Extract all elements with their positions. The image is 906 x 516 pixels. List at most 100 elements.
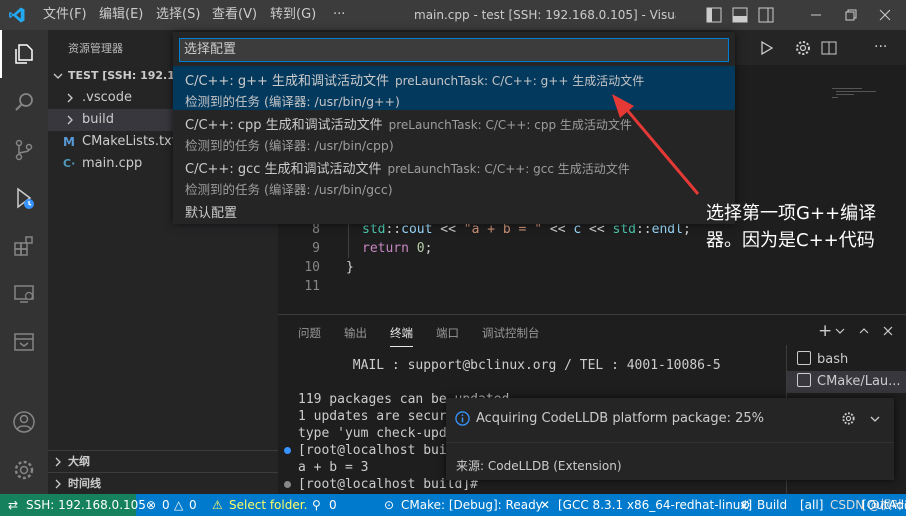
option-title: C/C++: gcc 生成和调试活动文件 [185,162,382,177]
terminal-item-bash[interactable]: bash [787,349,906,371]
cpp-file-icon: C· [63,157,76,170]
source-control-icon[interactable] [0,126,48,174]
terminal-line: a + b = 3 [298,460,369,475]
terminal-icon [797,351,811,365]
terminal-line: type 'yum check-updat [298,426,463,441]
warning-count: 0 [189,498,197,512]
menu-view[interactable]: 查看(V) [212,0,257,30]
terminal-item-cmake[interactable]: CMake/Lau... [787,371,906,393]
ports-count: 0 [329,498,337,512]
explorer-icon[interactable] [0,30,48,78]
menu-selection[interactable]: 选择(S) [156,0,200,30]
ports-icon[interactable]: ⚲ [312,494,321,516]
tree-item-label: build [82,112,114,127]
extensions-icon[interactable] [0,222,48,270]
menu-file[interactable]: 文件(F) [43,0,87,30]
build-button[interactable]: Build [757,494,787,516]
annotation-line-2: 器。因为是C++代码 [706,230,875,251]
progress-notification: Acquiring CodeLLDB platform package: 25%… [446,398,894,480]
remote-indicator[interactable]: ⇄ SSH: 192.168.0.105 [0,494,146,516]
launch-target[interactable]: [OutAdd [862,494,906,516]
menu-go[interactable]: 转到(G) [270,0,316,30]
error-count: 0 [162,498,170,512]
tab-output[interactable]: 输出 [344,325,367,341]
terminal-item-label: CMake/Lau... [817,374,901,389]
cmake-file-icon: M [63,135,75,149]
explorer-header: 资源管理器 [68,42,123,55]
chevron-right-icon [67,93,73,103]
cmake-icon: ⊙ [384,498,395,512]
line-number: 10 [304,260,320,275]
minimap [832,88,876,98]
run-debug-icon[interactable] [0,174,48,222]
cmake-status[interactable]: CMake: [Debug]: Ready [401,494,543,516]
gear-icon[interactable] [794,39,812,57]
tab-debug-console[interactable]: 调试控制台 [482,325,540,341]
close-panel-icon[interactable] [882,325,894,337]
terminal-line: MAIL : support@bclinux.org / TEL : 4001-… [298,358,721,373]
new-terminal-icon[interactable]: + [818,321,832,341]
notification-source: 来源: CodeLLDB (Extension) [456,459,622,473]
gear-icon[interactable] [841,411,856,426]
tab-ports[interactable]: 端口 [436,325,459,341]
toggle-panel-icon[interactable] [705,6,723,24]
chevron-down-icon[interactable] [834,325,846,337]
menu-more[interactable]: ··· [333,0,345,30]
option-detail: 检测到的任务 (编译器: /usr/bin/gcc) [185,182,393,197]
more-actions-icon[interactable]: ··· [874,39,887,55]
terminal-icon [797,373,811,387]
outline-section[interactable]: 大纲 [48,450,278,472]
chevron-right-icon [55,457,61,467]
search-icon[interactable] [0,78,48,126]
secondary-sidebar-icon[interactable] [757,6,775,24]
select-config-input[interactable]: 选择配置 [179,38,729,62]
select-folder-button[interactable]: Select folder. [229,494,307,516]
terminal-item-label: bash [817,352,849,367]
remote-label: SSH: 192.168.0.105 [26,498,146,512]
notification-message: Acquiring CodeLLDB platform package: 25% [476,411,764,426]
chevron-right-icon [55,479,61,489]
chevron-down-icon[interactable] [868,412,882,426]
accounts-icon[interactable] [0,398,48,446]
terminal-view-icon[interactable] [0,318,48,366]
line-number: 9 [312,241,320,256]
close-icon[interactable] [876,6,894,24]
maximize-panel-icon[interactable] [858,325,870,337]
restore-icon[interactable] [842,6,860,24]
tree-item-label: CMakeLists.txt [82,134,177,149]
cmake-kit[interactable]: [GCC 8.3.1 x86_64-redhat-linux] [558,494,752,516]
indent-guide [348,220,349,258]
activity-bar [0,30,48,494]
notification-divider [446,442,894,443]
run-debug-dropdown-icon[interactable] [758,39,776,57]
tree-item-label: .vscode [82,90,132,105]
terminal-line: [root@localhost build [298,443,463,458]
remote-icon: ⇄ [8,498,19,512]
chevron-down-icon [53,73,63,79]
timeline-section[interactable]: 时间线 [48,472,278,494]
layout-icon[interactable] [731,6,749,24]
annotation-text: 选择第一项G++编译 器。因为是C++代码 [706,200,896,254]
option-description: preLaunchTask: C/C++: g++ 生成活动文件 [395,74,645,88]
remote-explorer-icon[interactable] [0,270,48,318]
menu-edit[interactable]: 编辑(E) [99,0,143,30]
tab-problems[interactable]: 问题 [298,325,321,341]
option-detail: 检测到的任务 (编译器: /usr/bin/g++) [185,94,400,109]
command-decoration-icon [284,447,291,454]
settings-gear-icon[interactable] [0,446,48,494]
split-editor-icon[interactable] [820,39,838,57]
code-line-9[interactable]: return 0; [362,239,432,258]
default-config-option[interactable]: 默认配置 [185,202,237,221]
chevron-right-icon [67,115,73,125]
option-description: preLaunchTask: C/C++: gcc 生成活动文件 [387,162,630,176]
build-gear-icon: ⚙ [740,498,751,512]
tree-item-label: main.cpp [82,156,143,171]
error-icon[interactable]: ⊗ [146,494,156,516]
build-target[interactable]: [all] [800,494,823,516]
terminal-line: 1 updates are securit [298,409,463,424]
code-line-10[interactable]: } [346,258,354,277]
option-title: C/C++: g++ 生成和调试活动文件 [185,74,390,89]
warning-icon[interactable]: △ [174,494,183,516]
minimize-icon[interactable] [807,6,825,24]
tab-terminal[interactable]: 终端 [390,325,413,347]
